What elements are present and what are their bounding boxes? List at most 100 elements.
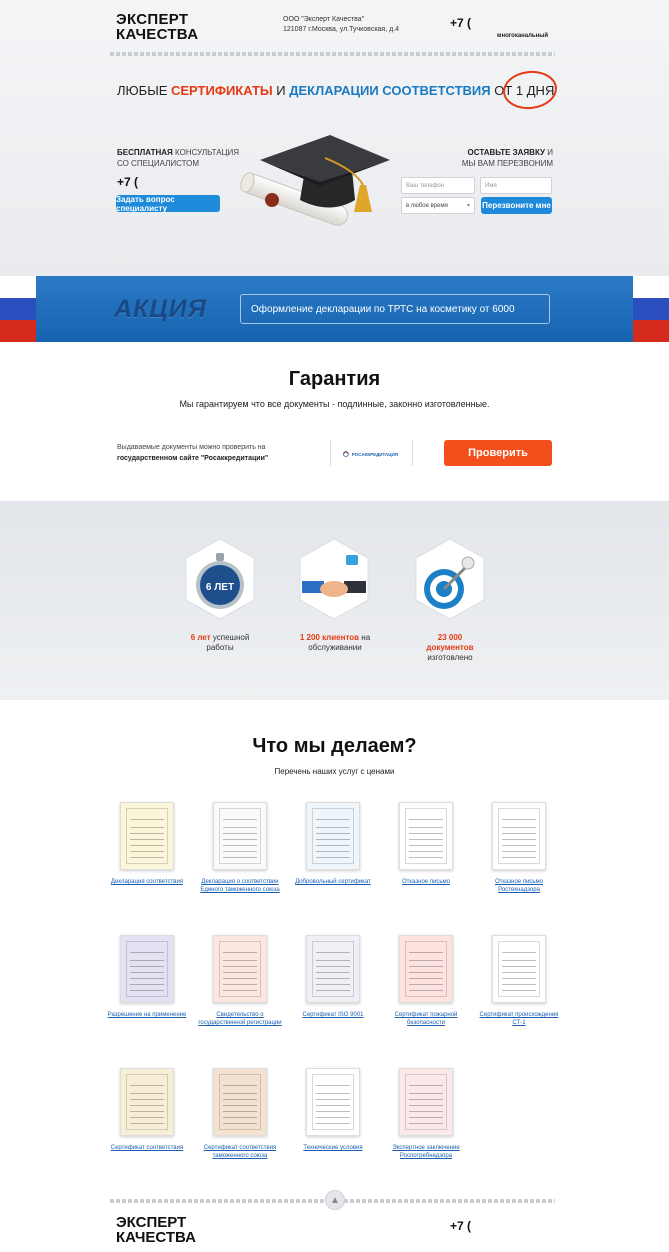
footer-phone[interactable]: +7 ( bbox=[450, 1219, 471, 1233]
russian-flag-icon bbox=[633, 276, 669, 342]
service-link[interactable]: Разрешение на применение bbox=[102, 1011, 192, 1019]
stat-documents: 23 000 документов изготовлено bbox=[405, 633, 495, 663]
document-thumbnail[interactable] bbox=[213, 802, 267, 870]
service-item[interactable]: Свидетельство о государственной регистра… bbox=[195, 935, 285, 1027]
logo[interactable]: ЭКСПЕРТ КАЧЕСТВА bbox=[116, 12, 198, 42]
phone-input[interactable]: Ваш телефон bbox=[401, 177, 475, 194]
guarantee-title: Гарантия bbox=[288, 368, 381, 390]
tagline-part1: ЛЮБЫЕ bbox=[117, 83, 171, 98]
handshake-icon bbox=[299, 538, 369, 620]
header-divider bbox=[110, 52, 555, 56]
service-item[interactable]: Сертификат пожарной безопасности bbox=[381, 935, 471, 1027]
header-phone[interactable]: +7 ( bbox=[450, 16, 471, 30]
service-item[interactable]: Добровольный сертификат bbox=[288, 802, 378, 886]
company-info: ООО "Эксперт Качества" 121087 г.Москва, … bbox=[283, 15, 399, 35]
service-item[interactable]: Разрешение на применение bbox=[102, 935, 192, 1019]
stat-years: 6 лет успешной работы bbox=[175, 633, 265, 653]
company-address: 121087 г.Москва, ул.Тучковская, д.4 bbox=[283, 26, 400, 33]
service-link[interactable]: Сертификат пожарной безопасности bbox=[381, 1011, 471, 1027]
document-thumbnail[interactable] bbox=[120, 1068, 174, 1136]
service-item[interactable]: Сертификат соответствия bbox=[102, 1068, 192, 1152]
service-item[interactable]: Технические условия bbox=[288, 1068, 378, 1152]
service-link[interactable]: Экспертное заключение Роспотребнадзора bbox=[381, 1144, 471, 1160]
tagline-part2: И bbox=[272, 83, 290, 98]
stopwatch-icon: 6 ЛЕТ bbox=[185, 538, 255, 620]
document-thumbnail[interactable] bbox=[492, 802, 546, 870]
consult-text: БЕСПЛАТНАЯ КОНСУЛЬТАЦИЯ СО СПЕЦИАЛИСТОМ bbox=[117, 147, 239, 169]
document-thumbnail[interactable] bbox=[306, 802, 360, 870]
promo-badge: АКЦИЯ bbox=[114, 295, 207, 323]
verify-button[interactable]: Проверить bbox=[444, 440, 552, 466]
logo-line2: КАЧЕСТВА bbox=[116, 26, 199, 43]
arrow-up-icon: ▲ bbox=[330, 1194, 340, 1206]
service-link[interactable]: Отказное письмо Ростехнадзора bbox=[474, 878, 564, 894]
divider bbox=[330, 440, 331, 466]
callback-button[interactable]: Перезвоните мне bbox=[481, 197, 552, 214]
service-link[interactable]: Декларация соответствия bbox=[102, 878, 192, 886]
document-thumbnail[interactable] bbox=[120, 802, 174, 870]
russian-flag-icon bbox=[0, 276, 36, 342]
callback-line1-rest: И bbox=[545, 148, 553, 157]
tagline-declarations: ДЕКЛАРАЦИИ СООТВЕТСТВИЯ bbox=[289, 83, 491, 98]
service-link[interactable]: Добровольный сертификат bbox=[288, 878, 378, 886]
stat-years-highlight: 6 лет bbox=[190, 633, 211, 642]
document-thumbnail[interactable] bbox=[399, 935, 453, 1003]
stat-years-rest: успешной bbox=[210, 633, 250, 642]
services-subtitle: Перечень наших услуг с ценами bbox=[274, 767, 395, 776]
service-item[interactable]: Декларация о соответствии Единого таможе… bbox=[195, 802, 285, 894]
time-select[interactable]: в любое время ▾ bbox=[401, 197, 475, 214]
rosaccreditation-emblem-icon bbox=[343, 451, 349, 457]
service-link[interactable]: Свидетельство о государственной регистра… bbox=[195, 1011, 285, 1027]
company-name: ООО "Эксперт Качества" bbox=[283, 16, 365, 23]
service-link[interactable]: Сертификат соответствия bbox=[102, 1144, 192, 1152]
service-item[interactable]: Экспертное заключение Роспотребнадзора bbox=[381, 1068, 471, 1160]
hero-phone[interactable]: +7 ( bbox=[117, 175, 138, 189]
service-item[interactable]: Сертификат происхождения СТ-1 bbox=[474, 935, 564, 1027]
stat-clients: 1 200 клиентов на обслуживании bbox=[289, 633, 381, 653]
service-item[interactable]: Отказное письмо Ростехнадзора bbox=[474, 802, 564, 894]
service-link[interactable]: Сертификат ISO 9001 bbox=[288, 1011, 378, 1019]
time-select-value: в любое время bbox=[406, 202, 448, 209]
service-item[interactable]: Декларация соответствия bbox=[102, 802, 192, 886]
verify-text: Выдаваемые документы можно проверить на … bbox=[117, 442, 268, 464]
document-thumbnail[interactable] bbox=[306, 1068, 360, 1136]
scroll-to-top-button[interactable]: ▲ bbox=[325, 1190, 345, 1210]
guarantee-subtitle: Мы гарантируем что все документы - подли… bbox=[179, 399, 490, 409]
document-thumbnail[interactable] bbox=[213, 1068, 267, 1136]
stat-badge-text: 6 ЛЕТ bbox=[206, 582, 234, 593]
multichannel-label: многоканальный bbox=[497, 33, 549, 39]
rosaccreditation-logo[interactable]: РОСАККРЕДИТАЦИЯ bbox=[343, 442, 398, 466]
document-thumbnail[interactable] bbox=[120, 935, 174, 1003]
footer-logo[interactable]: ЭКСПЕРТ КАЧЕСТВА bbox=[116, 1215, 196, 1245]
stat-documents-line-b: документов bbox=[426, 643, 474, 652]
service-link[interactable]: Отказное письмо bbox=[381, 878, 471, 886]
verify-line1: Выдаваемые документы можно проверить на bbox=[117, 444, 266, 451]
stat-years-line2: работы bbox=[206, 643, 234, 652]
service-item[interactable]: Отказное письмо bbox=[381, 802, 471, 886]
service-link[interactable]: Технические условия bbox=[288, 1144, 378, 1152]
ask-specialist-button[interactable]: Задать вопрос специалисту bbox=[116, 195, 220, 213]
logo-line1: ЭКСПЕРТ bbox=[116, 11, 189, 28]
stat-clients-highlight: 1 200 клиентов bbox=[299, 633, 360, 642]
hero-tagline: ЛЮБЫЕ СЕРТИФИКАТЫ И ДЕКЛАРАЦИИ СООТВЕТСТ… bbox=[117, 83, 554, 98]
name-input[interactable]: Имя bbox=[480, 177, 552, 194]
rosaccreditation-label: РОСАККРЕДИТАЦИЯ bbox=[351, 451, 398, 457]
service-link[interactable]: Сертификат соответствия таможенного союз… bbox=[195, 1144, 285, 1160]
service-link[interactable]: Декларация о соответствии Единого таможе… bbox=[195, 878, 285, 894]
document-thumbnail[interactable] bbox=[399, 802, 453, 870]
service-item[interactable]: Сертификат ISO 9001 bbox=[288, 935, 378, 1019]
document-thumbnail[interactable] bbox=[492, 935, 546, 1003]
consult-line2: СО СПЕЦИАЛИСТОМ bbox=[117, 159, 200, 168]
footer-logo-line2: КАЧЕСТВА bbox=[116, 1229, 196, 1246]
document-thumbnail[interactable] bbox=[213, 935, 267, 1003]
stat-documents-line2: изготовлено bbox=[427, 653, 473, 662]
callback-line2: МЫ ВАМ ПЕРЕЗВОНИМ bbox=[461, 159, 553, 168]
service-item[interactable]: Сертификат соответствия таможенного союз… bbox=[195, 1068, 285, 1160]
promo-offer[interactable]: Оформление декларации по ТРТС на космети… bbox=[240, 294, 550, 324]
document-thumbnail[interactable] bbox=[306, 935, 360, 1003]
service-link[interactable]: Сертификат происхождения СТ-1 bbox=[474, 1011, 564, 1027]
tagline-certificates: СЕРТИФИКАТЫ bbox=[171, 83, 273, 98]
document-thumbnail[interactable] bbox=[399, 1068, 453, 1136]
target-icon bbox=[415, 538, 485, 620]
consult-bold: БЕСПЛАТНАЯ bbox=[117, 148, 173, 157]
